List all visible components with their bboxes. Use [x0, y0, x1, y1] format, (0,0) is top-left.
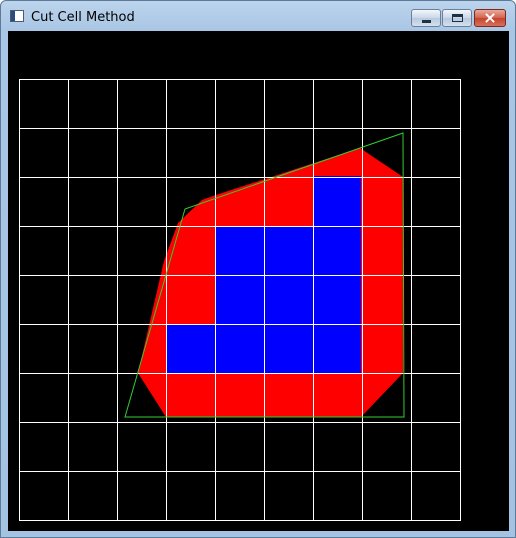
minimize-button[interactable] — [411, 9, 441, 27]
close-button[interactable] — [474, 9, 506, 27]
app-window: Cut Cell Method — [0, 0, 516, 538]
app-icon — [10, 10, 24, 22]
window-title: Cut Cell Method — [31, 10, 135, 25]
drawing-canvas[interactable] — [8, 31, 509, 531]
minimize-icon — [422, 20, 431, 23]
cut-cell-plot — [19, 79, 461, 521]
title-bar[interactable]: Cut Cell Method — [1, 1, 515, 31]
close-icon — [485, 13, 495, 23]
maximize-icon — [452, 14, 463, 22]
maximize-button[interactable] — [442, 9, 472, 27]
